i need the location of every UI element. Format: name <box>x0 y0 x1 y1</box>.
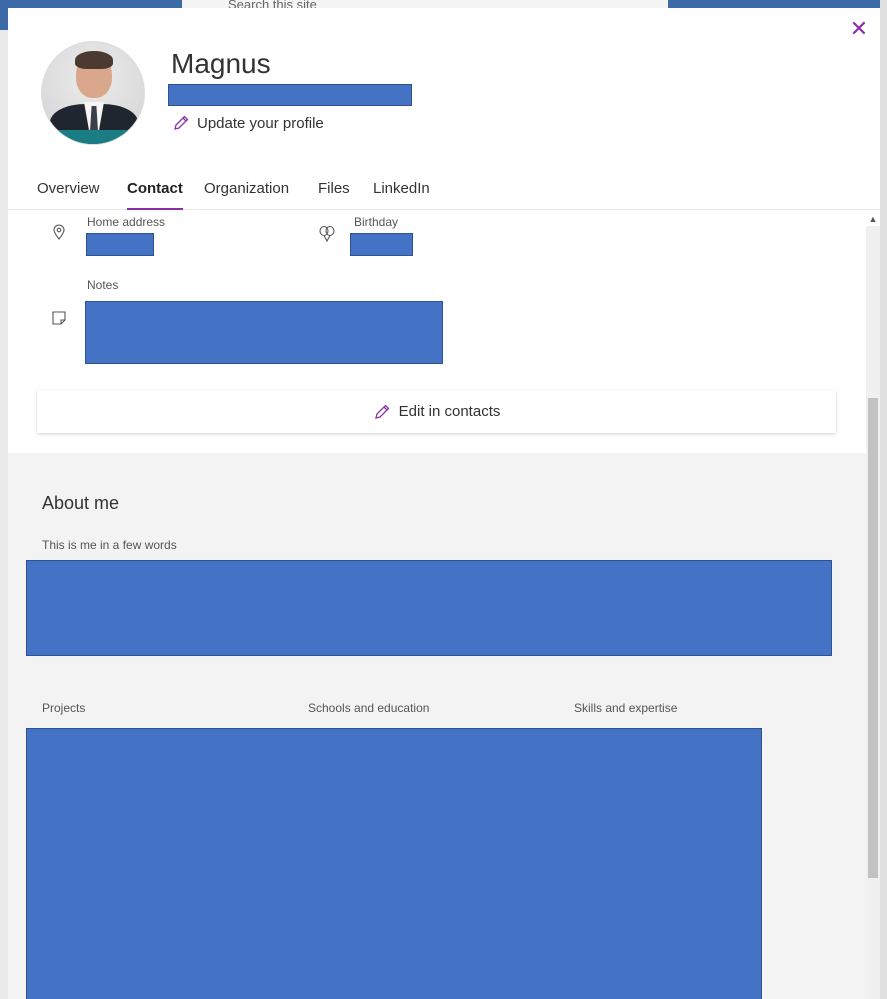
tab-overview[interactable]: Overview <box>37 180 100 210</box>
redacted-job-title <box>168 84 412 106</box>
redacted-about-text <box>26 560 832 656</box>
redacted-birthday <box>350 233 413 256</box>
edit-in-contacts-button[interactable]: Edit in contacts <box>37 390 836 433</box>
redacted-projects-skills <box>26 728 762 999</box>
tab-organization[interactable]: Organization <box>204 180 289 210</box>
note-icon <box>52 311 66 325</box>
edit-in-contacts-label: Edit in contacts <box>398 403 501 420</box>
tab-bar: Overview Contact Organization Files Link… <box>8 178 880 210</box>
redacted-home-address <box>86 233 154 256</box>
pencil-icon <box>374 404 390 419</box>
skills-label: Skills and expertise <box>574 701 678 715</box>
scroll-up-arrow-icon[interactable]: ▲ <box>866 212 880 226</box>
redacted-notes <box>85 301 443 364</box>
tab-linkedin[interactable]: LinkedIn <box>373 180 430 210</box>
notes-label: Notes <box>87 278 119 292</box>
avatar <box>41 41 145 145</box>
profile-card-panel: ✕ Magnus Update your profile Overview Co… <box>8 8 880 999</box>
about-intro-label: This is me in a few words <box>42 538 177 552</box>
schools-label: Schools and education <box>308 701 430 715</box>
birthday-label: Birthday <box>354 215 399 229</box>
about-me-title: About me <box>42 493 120 513</box>
tab-files[interactable]: Files <box>318 180 350 210</box>
pencil-icon <box>174 115 189 130</box>
location-pin-icon <box>53 224 65 240</box>
balloons-icon <box>319 225 335 242</box>
update-profile-link[interactable]: Update your profile <box>172 114 324 132</box>
about-me-section: About me This is me in a few words Proje… <box>8 453 866 999</box>
home-address-label: Home address <box>87 215 166 229</box>
close-icon[interactable]: ✕ <box>848 18 870 40</box>
projects-label: Projects <box>42 701 86 715</box>
update-profile-label: Update your profile <box>197 114 324 132</box>
background-page-right <box>880 0 887 999</box>
scrollbar-thumb[interactable] <box>868 398 878 878</box>
profile-name: Magnus <box>171 48 271 79</box>
tab-contact[interactable]: Contact <box>127 180 183 210</box>
